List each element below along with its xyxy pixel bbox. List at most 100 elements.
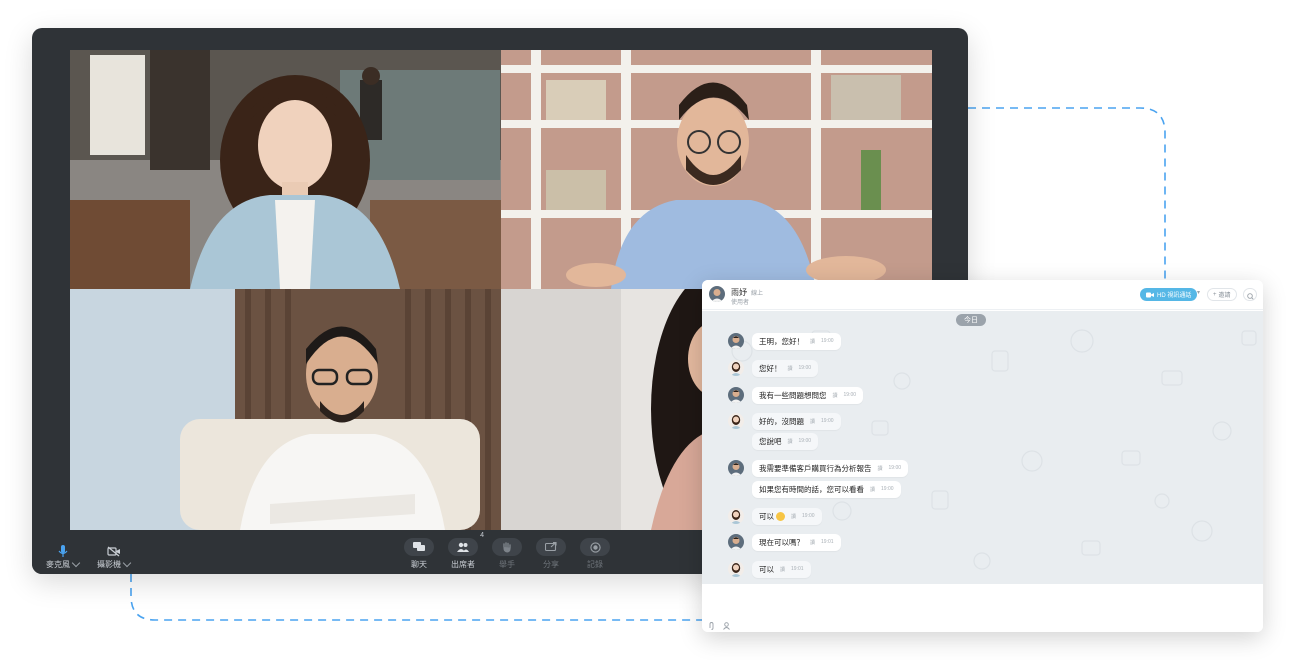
sender-avatar[interactable] bbox=[728, 360, 744, 376]
message-bubble[interactable]: 您說吧讀 19:00 bbox=[752, 432, 819, 450]
message-text: 現在可以嗎？ bbox=[759, 537, 804, 547]
media-controls: 麥克風 攝影機 bbox=[46, 544, 132, 570]
page: 麥克風 攝影機 聊天 4 出席者 舉手 分享 記錄 雨妤 線上 使用者 HD 視… bbox=[0, 0, 1300, 660]
read-receipt: 讀 bbox=[870, 486, 876, 493]
chat-button[interactable]: 聊天 bbox=[404, 538, 434, 570]
smile-emoji-icon bbox=[776, 512, 785, 522]
read-receipt: 讀 bbox=[877, 465, 883, 472]
read-receipt: 讀 bbox=[787, 365, 793, 372]
read-receipt: 讀 bbox=[810, 418, 816, 425]
search-icon bbox=[1247, 293, 1254, 300]
share-screen-button[interactable]: 分享 bbox=[536, 538, 566, 570]
read-receipt: 讀 bbox=[780, 566, 786, 573]
message-text: 我有一些問題想問您 bbox=[759, 390, 827, 400]
sender-avatar[interactable] bbox=[728, 534, 744, 550]
message-time: 19:00 bbox=[798, 438, 812, 444]
read-receipt: 讀 bbox=[787, 438, 793, 445]
dashed-connector-right bbox=[968, 107, 1166, 280]
search-button[interactable] bbox=[1243, 288, 1257, 301]
contact-status: 線上 bbox=[751, 291, 764, 297]
sender-avatar[interactable] bbox=[728, 387, 744, 403]
attachment-icon[interactable] bbox=[708, 622, 715, 630]
message-text: 如果您有時間的話，您可以看看 bbox=[759, 484, 864, 494]
participants-button-label: 出席者 bbox=[451, 560, 475, 569]
sender-avatar[interactable] bbox=[728, 413, 744, 429]
chat-message-area[interactable]: 今日 王明，您好！讀 19:00 您好！讀 19:00 我有一些問題想問您讀 19:00 好… bbox=[702, 311, 1263, 584]
video-tile-participant-2[interactable] bbox=[501, 50, 932, 289]
read-receipt: 讀 bbox=[832, 392, 838, 399]
chat-message: 我有一些問題想問您讀 19:00 bbox=[728, 386, 864, 404]
camera-label: 攝影機 bbox=[97, 560, 121, 569]
record-button[interactable]: 記錄 bbox=[580, 538, 610, 570]
input-toolbar bbox=[708, 622, 730, 630]
camera-control[interactable]: 攝影機 bbox=[97, 544, 132, 570]
message-time: 19:00 bbox=[802, 513, 815, 519]
chat-message: 現在可以嗎？ 讀 19:01 bbox=[728, 533, 841, 551]
microphone-label: 麥克風 bbox=[46, 560, 70, 569]
message-time: 19:00 bbox=[888, 465, 902, 471]
read-receipt: 讀 bbox=[810, 338, 816, 345]
raise-hand-button[interactable]: 舉手 bbox=[492, 538, 522, 570]
message-bubble[interactable]: 王明，您好！ 讀 19:00 bbox=[752, 332, 841, 350]
message-time: 19:01 bbox=[821, 539, 834, 545]
message-bubble[interactable]: 我需要準備客戶購買行為分析報告讀 19:00 bbox=[752, 459, 909, 477]
contact-name: 雨妤 bbox=[731, 288, 747, 297]
message-text: 好的，沒問題 bbox=[759, 416, 804, 426]
read-receipt: 讀 bbox=[791, 513, 797, 520]
sender-avatar[interactable] bbox=[728, 460, 744, 476]
message-text: 您好！ bbox=[759, 363, 782, 373]
message-bubble[interactable]: 現在可以嗎？ 讀 19:01 bbox=[752, 533, 841, 551]
chat-message: 我需要準備客戶購買行為分析報告讀 19:00 bbox=[728, 459, 909, 477]
participants-button[interactable]: 4 出席者 bbox=[448, 532, 484, 570]
video-camera-icon bbox=[1146, 292, 1154, 297]
meeting-action-buttons: 聊天 4 出席者 舉手 分享 記錄 bbox=[404, 532, 610, 570]
chat-button-label: 聊天 bbox=[411, 560, 427, 569]
message-bubble[interactable]: 您好！ 讀 19:00 bbox=[752, 359, 819, 377]
chat-message: 好的，沒問題讀 19:00 bbox=[728, 412, 841, 430]
user-icon[interactable] bbox=[723, 622, 730, 630]
video-tile-participant-1[interactable] bbox=[70, 50, 501, 289]
sender-avatar[interactable] bbox=[728, 561, 744, 577]
plus-icon: + bbox=[1213, 291, 1217, 298]
message-text: 我需要準備客戶購買行為分析報告 bbox=[759, 463, 872, 473]
chat-message: 您好！ 讀 19:00 bbox=[728, 359, 819, 377]
share-screen-label: 分享 bbox=[543, 560, 559, 569]
participants-count-badge: 4 bbox=[480, 532, 484, 539]
video-call-button[interactable]: HD 視訊通話 bbox=[1140, 288, 1198, 301]
message-time: 19:00 bbox=[821, 418, 834, 424]
message-bubble[interactable]: 好的，沒問題讀 19:00 bbox=[752, 412, 841, 430]
message-time: 19:01 bbox=[791, 566, 804, 572]
chevron-down-icon[interactable] bbox=[122, 558, 132, 568]
invite-label: 邀請 bbox=[1218, 293, 1231, 299]
chat-message: 您說吧讀 19:00 bbox=[728, 432, 819, 450]
message-bubble[interactable]: 可以讀 19:01 bbox=[752, 560, 811, 578]
invite-button[interactable]: + 邀請 bbox=[1207, 288, 1237, 301]
message-text: 可以 bbox=[759, 564, 774, 574]
message-time: 19:00 bbox=[843, 392, 857, 398]
participant-1-video bbox=[70, 50, 501, 289]
sender-avatar[interactable] bbox=[728, 508, 744, 524]
record-icon bbox=[589, 541, 601, 553]
message-bubble[interactable]: 如果您有時間的話，您可以看看讀 19:00 bbox=[752, 480, 901, 498]
chat-icon bbox=[413, 542, 425, 551]
microphone-control[interactable]: 麥克風 bbox=[46, 544, 81, 570]
message-bubble[interactable]: 我有一些問題想問您讀 19:00 bbox=[752, 386, 864, 404]
chat-message: 如果您有時間的話，您可以看看讀 19:00 bbox=[728, 480, 901, 498]
participant-3-video bbox=[70, 289, 501, 530]
sender-avatar[interactable] bbox=[728, 333, 744, 349]
message-text: 可以 bbox=[759, 511, 785, 522]
share-screen-icon bbox=[545, 542, 557, 552]
chat-message: 可以讀 19:00 bbox=[728, 507, 822, 525]
video-tile-participant-3[interactable] bbox=[70, 289, 501, 530]
participant-2-video bbox=[501, 50, 932, 289]
date-divider: 今日 bbox=[956, 314, 986, 326]
message-bubble[interactable]: 可以讀 19:00 bbox=[752, 507, 822, 525]
chevron-down-icon[interactable]: ▾ bbox=[1197, 289, 1200, 296]
message-input-area[interactable] bbox=[702, 584, 1263, 632]
message-text: 您說吧 bbox=[759, 436, 782, 446]
message-time: 19:00 bbox=[798, 365, 812, 371]
chevron-down-icon[interactable] bbox=[71, 558, 81, 568]
contact-avatar[interactable] bbox=[709, 286, 725, 302]
raise-hand-label: 舉手 bbox=[499, 560, 515, 569]
microphone-icon bbox=[53, 544, 73, 558]
